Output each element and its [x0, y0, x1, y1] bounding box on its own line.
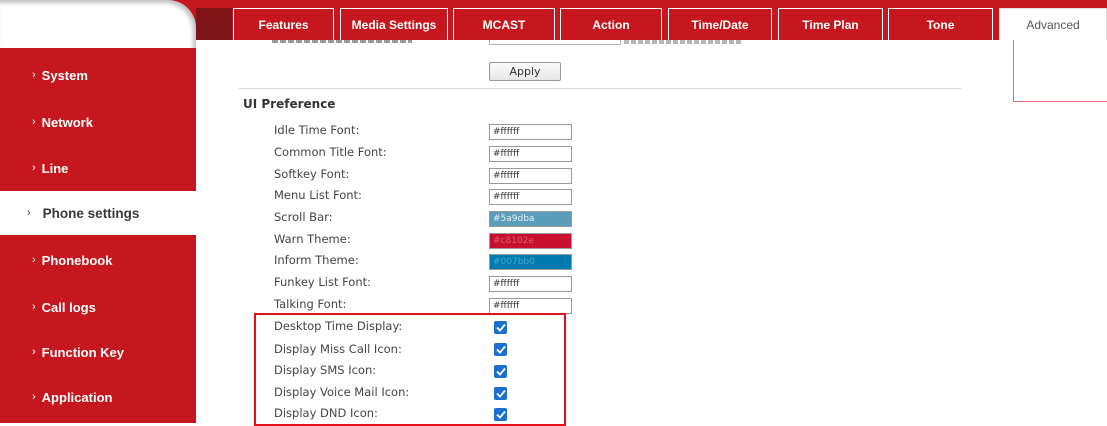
truncated-label [272, 40, 422, 46]
sidebar-item-network[interactable]: › Network [0, 100, 196, 144]
sidebar-item-function-key[interactable]: › Function Key [0, 330, 196, 374]
chevron-right-icon: › [32, 69, 36, 81]
sidebar-item-label: Call logs [41, 299, 96, 315]
idle-time-font-label: Idle Time Font: [274, 123, 360, 137]
idle-time-font-input[interactable]: #ffffff [489, 124, 572, 140]
warn-theme-input[interactable]: #c8102e [489, 233, 572, 249]
sidebar-item-system[interactable]: › System [0, 53, 196, 97]
chevron-right-icon: › [32, 346, 36, 358]
sidebar-item-application[interactable]: › Application [0, 375, 196, 419]
sidebar-item-call-logs[interactable]: › Call logs [0, 285, 196, 329]
tab-mcast[interactable]: MCAST [453, 8, 555, 40]
tab-label: Media Settings [351, 17, 437, 32]
tab-time-date[interactable]: Time/Date [668, 8, 772, 40]
sidebar-item-label: Line [41, 160, 69, 176]
chevron-right-icon: › [32, 301, 36, 313]
sidebar-item-line[interactable]: › Line [0, 146, 196, 190]
chevron-right-icon: › [32, 391, 36, 403]
section-divider [239, 88, 961, 89]
chevron-right-icon: › [32, 162, 36, 174]
scroll-bar-input[interactable]: #5a9dba [489, 211, 572, 227]
talking-font-input[interactable]: #ffffff [489, 298, 572, 314]
menu-list-font-input[interactable]: #ffffff [489, 189, 572, 205]
funkey-list-font-input[interactable]: #ffffff [489, 276, 572, 292]
tab-label: MCAST [482, 17, 526, 32]
sidebar-item-label: Network [41, 114, 93, 130]
truncated-input[interactable] [489, 40, 621, 45]
tab-label: Action [592, 17, 630, 32]
tab-label: Advanced [1026, 17, 1080, 32]
tab-label: Features [258, 17, 309, 32]
advanced-panel-frame [1013, 40, 1107, 102]
menu-list-font-label: Menu List Font: [274, 188, 362, 202]
common-title-font-input[interactable]: #ffffff [489, 146, 572, 162]
tab-tone[interactable]: Tone [888, 8, 993, 40]
tab-media-settings[interactable]: Media Settings [340, 8, 448, 40]
sidebar-logo-area [0, 0, 196, 48]
chevron-right-icon: › [32, 254, 36, 266]
section-title-ui-preference: UI Preference [243, 97, 336, 111]
inform-theme-label: Inform Theme: [274, 253, 359, 267]
tab-bar-corner [196, 8, 232, 40]
truncated-hint [624, 40, 742, 44]
sidebar-item-label: Application [41, 389, 113, 405]
tab-time-plan[interactable]: Time Plan [778, 8, 883, 40]
highlight-annotation-box [254, 313, 566, 426]
common-title-font-label: Common Title Font: [274, 145, 387, 159]
softkey-font-input[interactable]: #ffffff [489, 168, 572, 184]
chevron-right-icon: › [32, 116, 36, 128]
tab-label: Tone [926, 17, 955, 32]
tab-advanced[interactable]: Advanced [999, 8, 1107, 40]
tab-action[interactable]: Action [560, 8, 662, 40]
sidebar-item-label: Function Key [41, 344, 125, 360]
sidebar-item-phone-settings[interactable]: › Phone settings [0, 191, 196, 235]
tab-features[interactable]: Features [233, 8, 334, 40]
apply-button[interactable]: Apply [489, 62, 561, 81]
tab-label: Time Plan [802, 17, 859, 32]
scroll-bar-label: Scroll Bar: [274, 210, 333, 224]
sidebar-item-label: System [41, 67, 88, 83]
warn-theme-label: Warn Theme: [274, 232, 351, 246]
sidebar-item-label: Phone settings [42, 205, 140, 221]
inform-theme-input[interactable]: #007bb0 [489, 254, 572, 270]
sidebar-item-phonebook[interactable]: › Phonebook [0, 238, 196, 282]
tab-label: Time/Date [691, 17, 749, 32]
sidebar-item-label: Phonebook [41, 252, 113, 268]
funkey-list-font-label: Funkey List Font: [274, 275, 372, 289]
chevron-right-icon: › [27, 207, 31, 219]
softkey-font-label: Softkey Font: [274, 167, 350, 181]
talking-font-label: Talking Font: [274, 297, 347, 311]
